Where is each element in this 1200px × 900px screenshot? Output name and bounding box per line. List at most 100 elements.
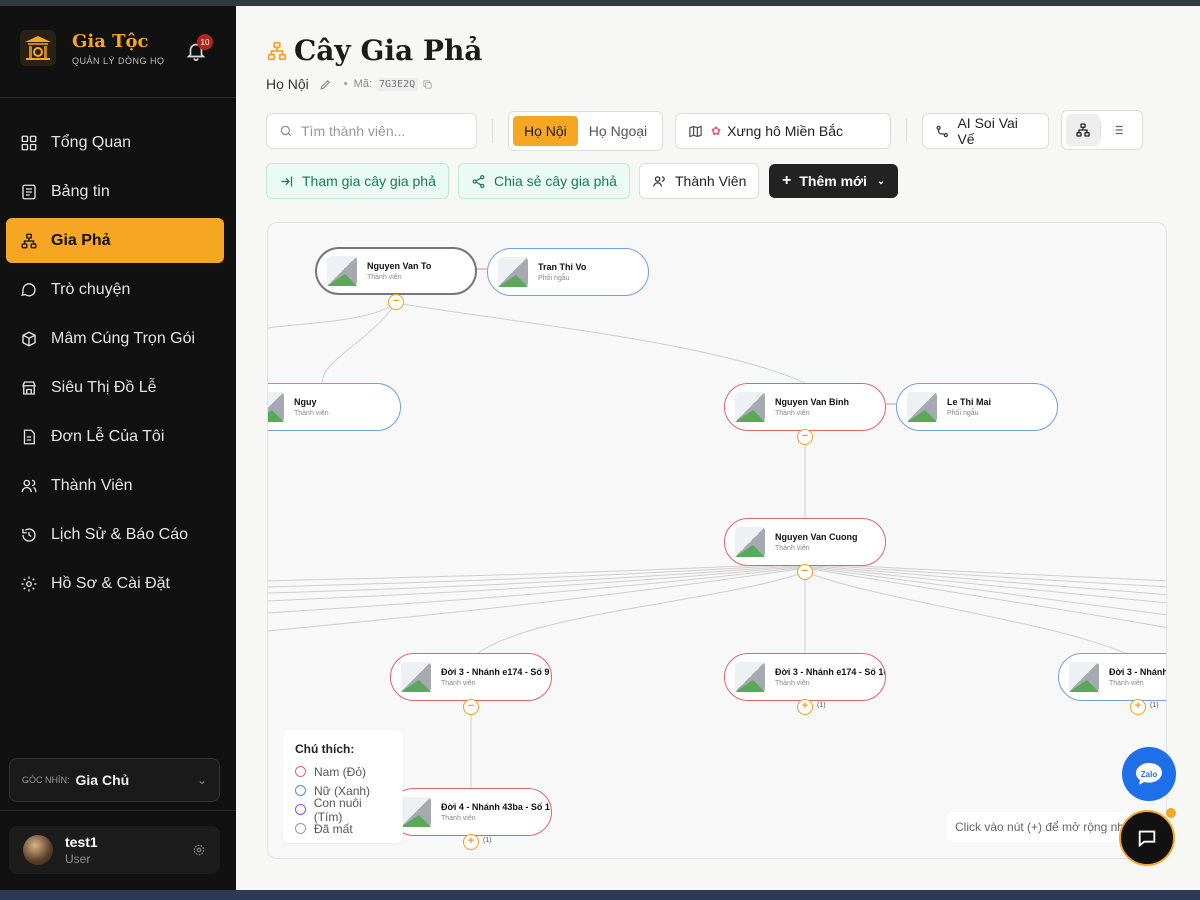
document-icon	[23, 429, 35, 444]
sidebar-item-overview[interactable]: Tổng Quan	[6, 120, 224, 165]
zalo-chat-button[interactable]: Zalo	[1122, 747, 1176, 801]
tree-view-icon[interactable]	[1066, 114, 1100, 146]
search-input[interactable]	[301, 123, 471, 139]
expand-toggle[interactable]: +	[1130, 699, 1146, 715]
notification-dot	[1166, 808, 1176, 818]
expand-toggle[interactable]: +	[463, 834, 479, 850]
member-name: Nguyen Van Cuong	[775, 532, 858, 542]
collapsed-count: (1)	[483, 837, 492, 844]
box-icon	[22, 330, 36, 347]
tree-branch: Họ Nội	[266, 76, 309, 92]
collapse-toggle[interactable]: −	[797, 429, 813, 445]
legend-swatch	[295, 766, 306, 777]
sidebar-item-newsfeed[interactable]: Bảng tin	[6, 169, 224, 214]
settings-icon[interactable]	[192, 843, 206, 857]
sidebar-item-label: Mâm Cúng Trọn Gói	[51, 329, 196, 347]
connector-line	[322, 302, 397, 384]
member-role: Thành viên	[441, 680, 476, 687]
search-icon	[280, 125, 292, 137]
tree-node[interactable]: Đời 3 - Nhánh Thành viên	[1058, 653, 1167, 701]
sidebar-item-history-reports[interactable]: Lịch Sử & Báo Cáo	[6, 512, 224, 557]
collapsed-count: (1)	[817, 702, 826, 709]
tab-ho-noi[interactable]: Họ Nội	[513, 116, 578, 146]
sidebar-item-my-orders[interactable]: Đơn Lễ Của Tôi	[6, 414, 224, 459]
collapsed-count: (1)	[1150, 702, 1159, 709]
join-tree-button[interactable]: Tham gia cây gia phả	[266, 163, 449, 199]
collapse-toggle[interactable]: −	[797, 564, 813, 580]
sidebar-item-profile-settings[interactable]: Hồ Sơ & Cài Đặt	[6, 561, 224, 606]
viewpoint-select[interactable]: GÓC NHÌN: Gia Chủ ⌄	[9, 758, 220, 802]
members-button-label: Thành Viên	[675, 173, 747, 189]
connector-line	[268, 302, 397, 329]
enter-icon	[281, 176, 293, 186]
sidebar-item-label: Tổng Quan	[51, 133, 132, 151]
brand-subtitle: QUẢN LÝ DÒNG HỌ	[72, 55, 165, 66]
sidebar-item-family-tree[interactable]: Gia Phả	[6, 218, 224, 263]
tree-node[interactable]: Đời 4 - Nhánh 43ba - Số 1 Thành viên	[390, 788, 552, 836]
member-photo	[498, 257, 528, 287]
sidebar-item-offering-package[interactable]: Mâm Cúng Trọn Gói	[6, 316, 224, 361]
temple-logo-icon	[20, 30, 56, 66]
tree-node[interactable]: Le Thi Mai Phối ngẫu	[896, 383, 1058, 431]
tree-node[interactable]: Đời 3 - Nhánh e174 - Số 10 Thành viên	[724, 653, 886, 701]
member-name: Đời 3 - Nhánh e174 - Số 10	[775, 667, 886, 677]
add-new-button[interactable]: + Thêm mới ⌄	[769, 164, 899, 198]
members-button[interactable]: Thành Viên	[639, 163, 760, 199]
tab-ho-ngoai[interactable]: Họ Ngoại	[578, 116, 658, 146]
sidebar-item-chat[interactable]: Trò chuyện	[6, 267, 224, 312]
brand[interactable]: Gia Tộc QUẢN LÝ DÒNG HỌ	[20, 30, 165, 66]
sidebar-divider	[0, 97, 236, 98]
sidebar-divider	[0, 810, 236, 811]
copy-icon[interactable]	[422, 79, 433, 90]
member-name: Đời 3 - Nhánh	[1109, 667, 1167, 677]
expand-toggle[interactable]: +	[797, 699, 813, 715]
member-search[interactable]	[266, 113, 477, 149]
member-role: Thành viên	[367, 274, 402, 281]
member-role: Phối ngẫu	[538, 275, 570, 282]
connector-line	[804, 563, 1166, 588]
users-icon	[653, 175, 665, 187]
users-icon	[21, 479, 37, 492]
address-style-select[interactable]: ✿ Xưng hô Miền Bắc	[675, 113, 891, 149]
family-tree-canvas[interactable]: Nguyen Van To Thành viên Tran Thi Vo Phối …	[267, 222, 1167, 859]
sidebar-item-label: Hồ Sơ & Cài Đặt	[51, 574, 170, 592]
user-card[interactable]: test1 User	[9, 826, 220, 874]
map-icon	[689, 125, 702, 137]
tree-node[interactable]: Nguy Thành viên	[268, 383, 401, 431]
member-name: Tran Thi Vo	[538, 262, 587, 272]
sidebar-item-ritual-store[interactable]: Siêu Thị Đồ Lễ	[6, 365, 224, 410]
tree-meta: Họ Nội • Mã: 7G3E2Q	[266, 76, 433, 92]
tree-node[interactable]: Đời 3 - Nhánh e174 - Số 9 Thành viên	[390, 653, 552, 701]
pencil-icon[interactable]	[319, 78, 332, 91]
share-tree-button[interactable]: Chia sẻ cây gia phả	[458, 163, 630, 199]
route-icon	[936, 125, 948, 137]
list-view-icon[interactable]	[1101, 114, 1135, 146]
tree-node[interactable]: Nguyen Van Cuong Thành viên	[724, 518, 886, 566]
share-button-label: Chia sẻ cây gia phả	[494, 173, 617, 189]
tree-node[interactable]: Tran Thi Vo Phối ngẫu	[487, 248, 649, 296]
member-photo	[907, 392, 937, 422]
toolbar-divider	[906, 119, 907, 143]
support-chat-button[interactable]	[1119, 810, 1175, 866]
newspaper-icon	[22, 184, 36, 199]
collapse-toggle[interactable]: −	[463, 699, 479, 715]
page-title-text: Cây Gia Phả	[294, 34, 483, 67]
member-photo	[735, 527, 765, 557]
tree-node[interactable]: Nguyen Van To Thành viên	[315, 247, 477, 295]
member-role: Thành viên	[294, 410, 329, 417]
sidebar-item-members[interactable]: Thành Viên	[6, 463, 224, 508]
join-button-label: Tham gia cây gia phả	[302, 173, 436, 189]
legend-item: Con nuôi (Tím)	[295, 796, 391, 824]
legend-swatch	[295, 785, 306, 796]
member-role: Thành viên	[775, 410, 810, 417]
avatar	[23, 835, 53, 865]
user-role: User	[65, 852, 91, 866]
main-content: Cây Gia Phả Họ Nội • Mã: 7G3E2Q Họ Nội H…	[236, 6, 1200, 890]
collapse-toggle[interactable]: −	[388, 294, 404, 310]
ai-button-label: AI Soi Vai Vế	[957, 115, 1018, 147]
tree-node[interactable]: Nguyen Van Binh Thành viên	[724, 383, 886, 431]
member-role: Phối ngẫu	[947, 410, 979, 417]
message-icon	[1138, 830, 1156, 848]
sidebar-item-label: Trò chuyện	[51, 280, 131, 298]
ai-lineage-button[interactable]: AI Soi Vai Vế	[922, 113, 1049, 149]
